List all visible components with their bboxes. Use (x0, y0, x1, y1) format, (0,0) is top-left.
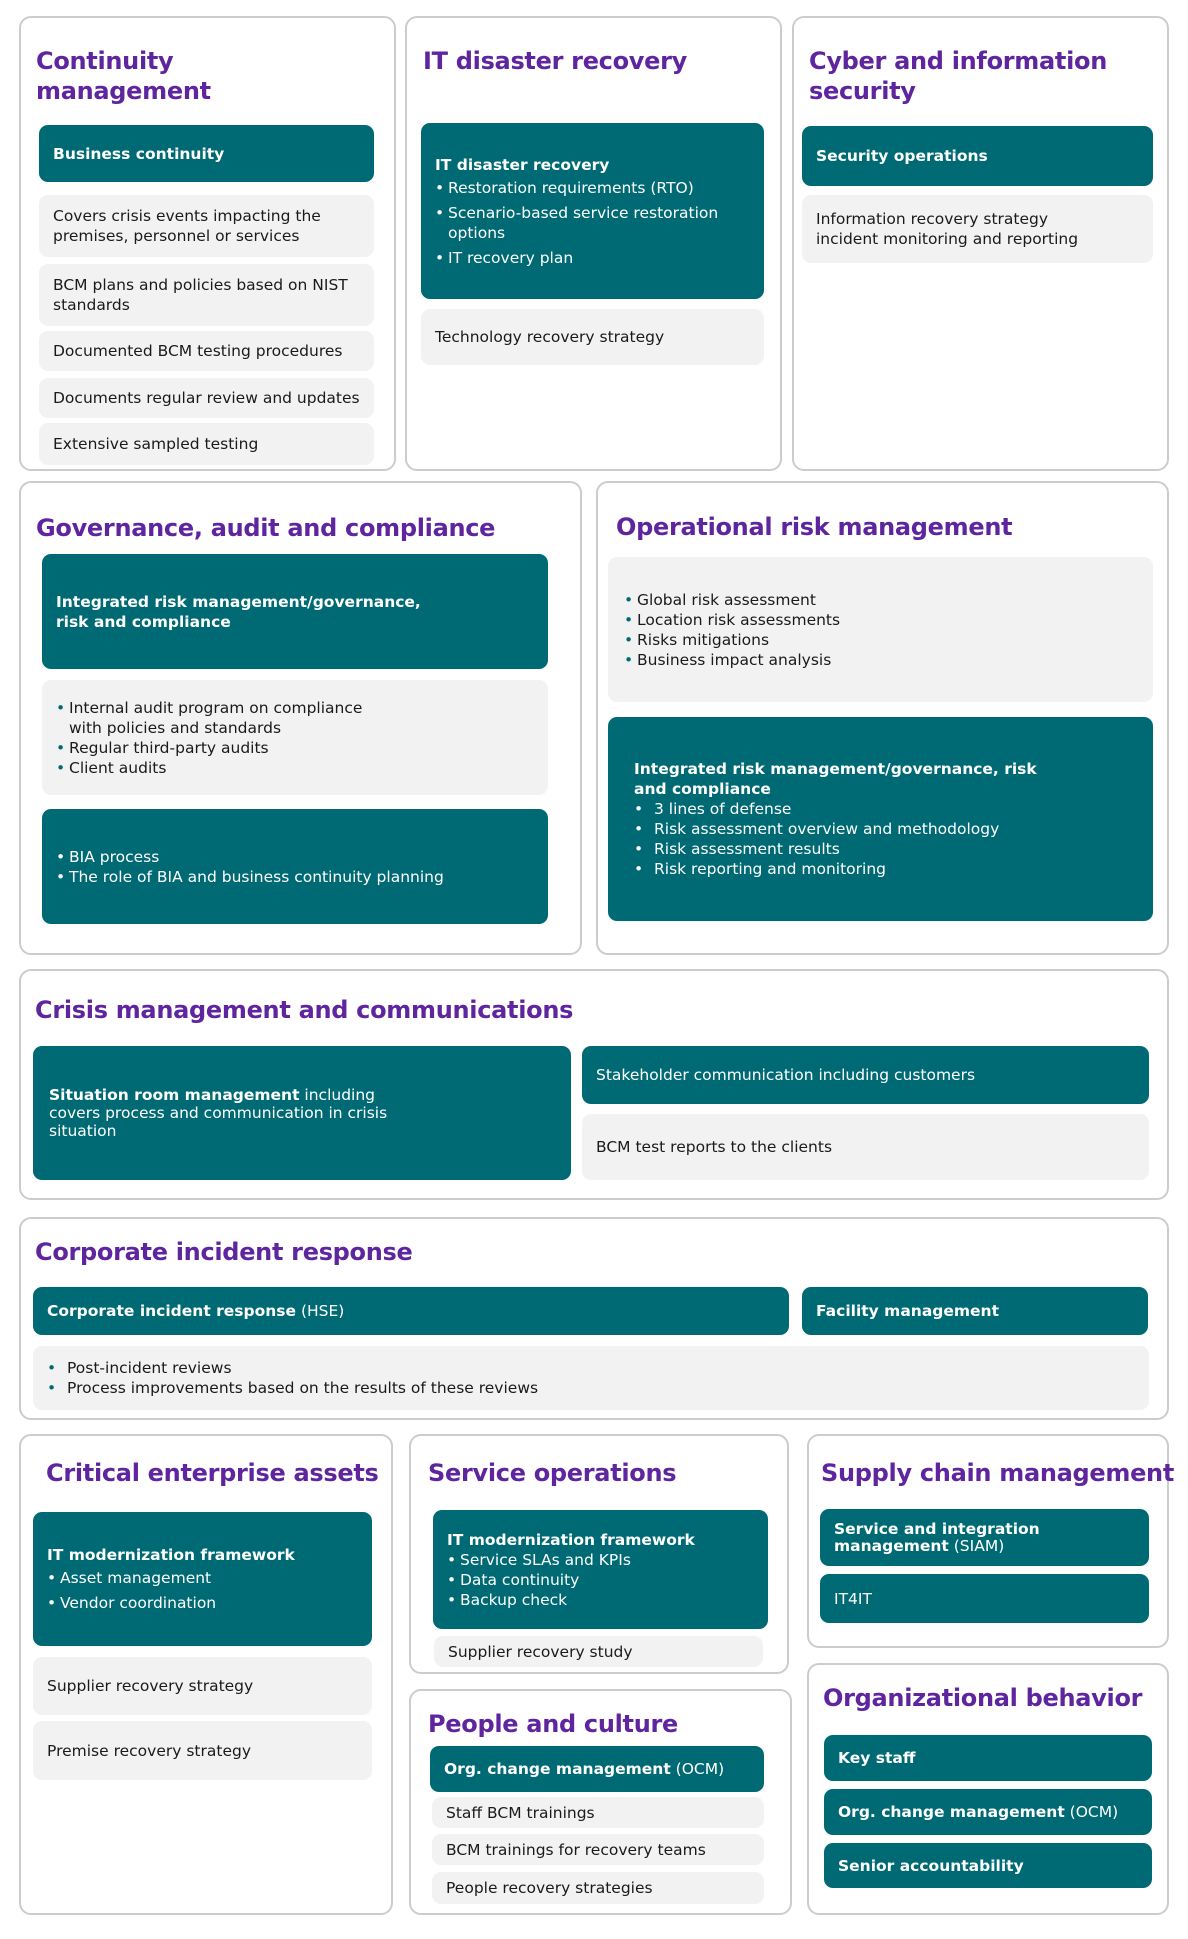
corporate-incident-box: Corporate incident response (HSE) (33, 1287, 789, 1335)
list-item: Premise recovery strategy (33, 1721, 372, 1780)
list-item: Extensive sampled testing (39, 423, 374, 465)
card-operational-risk: Operational risk management Global risk … (596, 481, 1169, 955)
card-title: Critical enterprise assets (46, 1459, 379, 1487)
facility-management-box: Facility management (802, 1287, 1148, 1335)
list-item: Staff BCM trainings (432, 1797, 764, 1828)
bullet-list: Restoration requirements (RTO) Scenario-… (435, 178, 750, 268)
situation-room-box: Situation room management including cove… (33, 1046, 571, 1180)
card-cyber-security: Cyber and information security Security … (792, 16, 1169, 471)
ocm-box: Org. change management (OCM) (430, 1746, 764, 1792)
list-item: Supplier recovery study (434, 1636, 763, 1667)
ocm-box: Org. change management (OCM) (824, 1789, 1152, 1835)
card-corporate-incident-response: Corporate incident response Corporate in… (19, 1217, 1169, 1420)
siam-box: Service and integration management (SIAM… (820, 1509, 1149, 1566)
card-title: Service operations (428, 1459, 677, 1487)
card-continuity-management: Continuity management Business continuit… (19, 16, 396, 471)
list-item: Documents regular review and updates (39, 378, 374, 418)
list-item: Information recovery strategy incident m… (802, 195, 1153, 263)
card-title: Continuity management (36, 47, 211, 105)
card-organizational-behavior: Organizational behavior Key staff Org. c… (807, 1663, 1169, 1915)
business-continuity-header: Business continuity (39, 125, 374, 182)
senior-accountability-box: Senior accountability (824, 1843, 1152, 1888)
list-item: People recovery strategies (432, 1872, 764, 1904)
risk-assessment-list: Global risk assessment Location risk ass… (608, 557, 1153, 702)
it-disaster-recovery-box: IT disaster recovery Restoration require… (421, 123, 764, 299)
key-staff-box: Key staff (824, 1735, 1152, 1781)
list-item: Technology recovery strategy (421, 309, 764, 365)
incident-review-list: Post-incident reviews Process improvemen… (33, 1346, 1149, 1410)
card-title: Operational risk management (616, 513, 1013, 541)
card-crisis-management: Crisis management and communications Sit… (19, 969, 1169, 1200)
card-title: Crisis management and communications (35, 996, 574, 1024)
bcm-test-reports-box: BCM test reports to the clients (582, 1114, 1149, 1180)
card-critical-enterprise-assets: Critical enterprise assets IT modernizat… (19, 1434, 393, 1915)
list-item: Covers crisis events impacting the premi… (39, 195, 374, 257)
list-item: Supplier recovery strategy (33, 1657, 372, 1715)
card-title: People and culture (428, 1710, 679, 1738)
security-operations-header: Security operations (802, 126, 1153, 186)
bia-box: BIA process The role of BIA and business… (42, 809, 548, 924)
card-it-disaster-recovery: IT disaster recovery IT disaster recover… (405, 16, 782, 471)
stakeholder-communication-box: Stakeholder communication including cust… (582, 1046, 1149, 1104)
list-item: Documented BCM testing procedures (39, 331, 374, 371)
list-item: BCM trainings for recovery teams (432, 1834, 764, 1865)
list-item: BCM plans and policies based on NIST sta… (39, 264, 374, 326)
audit-list: Internal audit program on compliance wit… (42, 680, 548, 795)
card-title: Cyber and information security (809, 47, 1107, 105)
it4it-box: IT4IT (820, 1574, 1149, 1623)
it-modernization-box: IT modernization framework Service SLAs … (433, 1510, 768, 1629)
card-service-operations: Service operations IT modernization fram… (409, 1434, 789, 1674)
card-title: Governance, audit and compliance (36, 514, 496, 542)
it-modernization-box: IT modernization framework Asset managem… (33, 1512, 372, 1646)
card-title: Corporate incident response (35, 1238, 413, 1266)
card-title: IT disaster recovery (423, 47, 688, 75)
card-supply-chain: Supply chain management Service and inte… (807, 1434, 1174, 1648)
card-governance: Governance, audit and compliance Integra… (19, 481, 582, 955)
card-people-and-culture: People and culture Org. change managemen… (409, 1689, 792, 1915)
integrated-risk-header: Integrated risk management/governance, r… (42, 554, 548, 669)
card-title: Organizational behavior (823, 1684, 1143, 1712)
card-title: Supply chain management (821, 1459, 1175, 1487)
integrated-risk-box: Integrated risk management/governance, r… (608, 717, 1153, 921)
